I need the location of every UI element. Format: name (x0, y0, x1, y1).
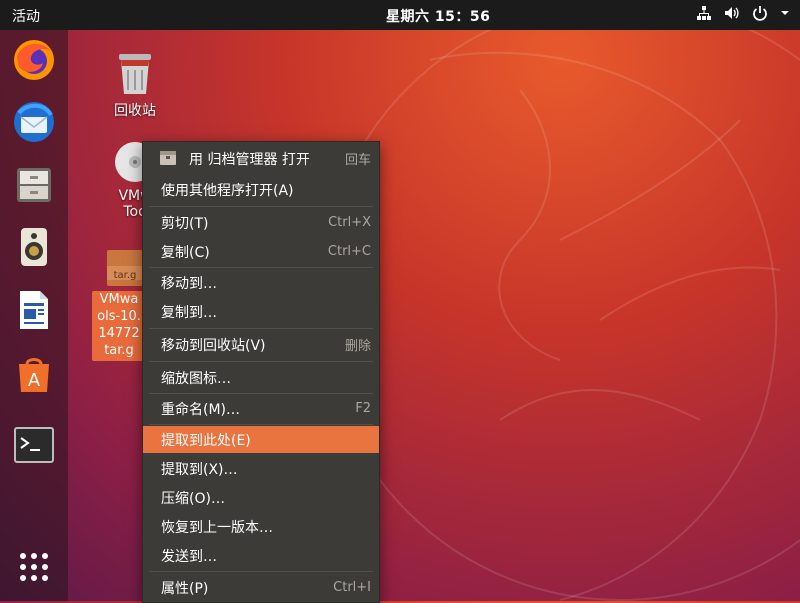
menu-item-label: 恢复到上一版本… (161, 519, 273, 536)
menu-item-move-to[interactable]: 移动到… (143, 269, 379, 296)
menu-item-label: 重命名(M)… (161, 401, 241, 418)
menu-item-extract-here[interactable]: 提取到此处(E) (143, 426, 379, 453)
menu-item-move-to-trash[interactable]: 移动到回收站(V) 删除 (143, 331, 379, 358)
menu-item-shortcut: Ctrl+I (333, 580, 371, 595)
tar-label-line: 14772 (98, 326, 140, 341)
desktop-trash[interactable]: 回收站 (100, 46, 170, 120)
menu-item-label: 使用其他程序打开(A) (161, 182, 294, 199)
menu-item-label: 提取到此处(E) (161, 432, 251, 449)
tar-file-label[interactable]: VMwa ols-10. 14772 tar.g (92, 291, 146, 361)
terminal-icon[interactable] (9, 420, 59, 470)
dock: A (0, 30, 68, 601)
menu-item-shortcut: 删除 (344, 339, 371, 354)
svg-text:A: A (28, 370, 41, 391)
menu-item-send-to[interactable]: 发送到… (143, 542, 379, 569)
menu-separator (149, 393, 373, 394)
trash-label: 回收站 (114, 103, 156, 119)
menu-separator (149, 206, 373, 207)
menu-item-resize-icon[interactable]: 缩放图标… (143, 364, 379, 391)
app-grid-icon[interactable] (9, 542, 59, 592)
menu-item-label: 移动到回收站(V) (161, 337, 266, 354)
menu-separator (149, 267, 373, 268)
clock[interactable]: 星期六 15：56 (386, 6, 490, 26)
rhythmbox-icon[interactable] (9, 222, 59, 272)
tar-label-line: VMwa (99, 292, 139, 307)
power-icon[interactable] (752, 5, 768, 21)
menu-item-copy[interactable]: 复制(C) Ctrl+C (143, 238, 379, 265)
menu-item-open-with-other[interactable]: 使用其他程序打开(A) (143, 176, 379, 203)
archive-manager-icon (159, 150, 177, 170)
menu-item-shortcut: Ctrl+C (327, 244, 371, 259)
menu-item-properties[interactable]: 属性(P) Ctrl+I (143, 574, 379, 601)
thunderbird-icon[interactable] (9, 97, 59, 147)
menu-item-label: 剪切(T) (161, 215, 209, 232)
menu-item-label: 移动到… (161, 275, 217, 292)
menu-item-label: 提取到(X)… (161, 461, 238, 478)
menu-item-compress[interactable]: 压缩(O)… (143, 484, 379, 511)
menu-item-shortcut: Ctrl+X (328, 215, 371, 230)
menu-item-label: 缩放图标… (161, 370, 231, 387)
menu-item-label: 用 归档管理器 打开 (189, 151, 310, 168)
menu-item-label: 发送到… (161, 548, 217, 565)
chevron-down-icon[interactable] (780, 8, 790, 18)
system-tray[interactable] (696, 5, 790, 21)
volume-icon[interactable] (724, 5, 740, 21)
menu-item-label: 复制(C) (161, 244, 210, 261)
trash-icon (119, 54, 151, 94)
libreoffice-writer-icon[interactable] (9, 285, 59, 335)
menu-item-shortcut: F2 (355, 401, 371, 416)
menu-separator (149, 361, 373, 362)
tar-badge: tar.g (114, 270, 137, 281)
menu-item-copy-to[interactable]: 复制到… (143, 298, 379, 325)
tar-label-line: tar.g (104, 343, 134, 358)
menu-item-rename[interactable]: 重命名(M)… F2 (143, 395, 379, 422)
menu-separator (149, 571, 373, 572)
files-icon[interactable] (9, 160, 59, 210)
menu-separator (149, 328, 373, 329)
network-icon[interactable] (696, 5, 712, 21)
menu-item-cut[interactable]: 剪切(T) Ctrl+X (143, 209, 379, 236)
menu-item-label: 压缩(O)… (161, 490, 225, 507)
firefox-icon[interactable] (9, 35, 59, 85)
menu-item-label: 属性(P) (161, 580, 209, 597)
menu-item-open-archive-manager[interactable]: 用 归档管理器 打开 回车 (143, 145, 379, 172)
menu-item-shortcut: 回车 (344, 153, 371, 168)
context-menu: 用 归档管理器 打开 回车 使用其他程序打开(A) 剪切(T) Ctrl+X 复… (142, 141, 380, 603)
software-center-icon[interactable]: A (9, 348, 59, 398)
menu-separator (149, 424, 373, 425)
activities-button[interactable]: 活动 (12, 6, 40, 26)
menu-item-label: 复制到… (161, 304, 217, 321)
menu-item-extract-to[interactable]: 提取到(X)… (143, 455, 379, 482)
top-bar: 活动 星期六 15：56 (0, 0, 800, 30)
tar-label-line: ols-10. (97, 309, 141, 324)
menu-item-restore-previous[interactable]: 恢复到上一版本… (143, 513, 379, 540)
